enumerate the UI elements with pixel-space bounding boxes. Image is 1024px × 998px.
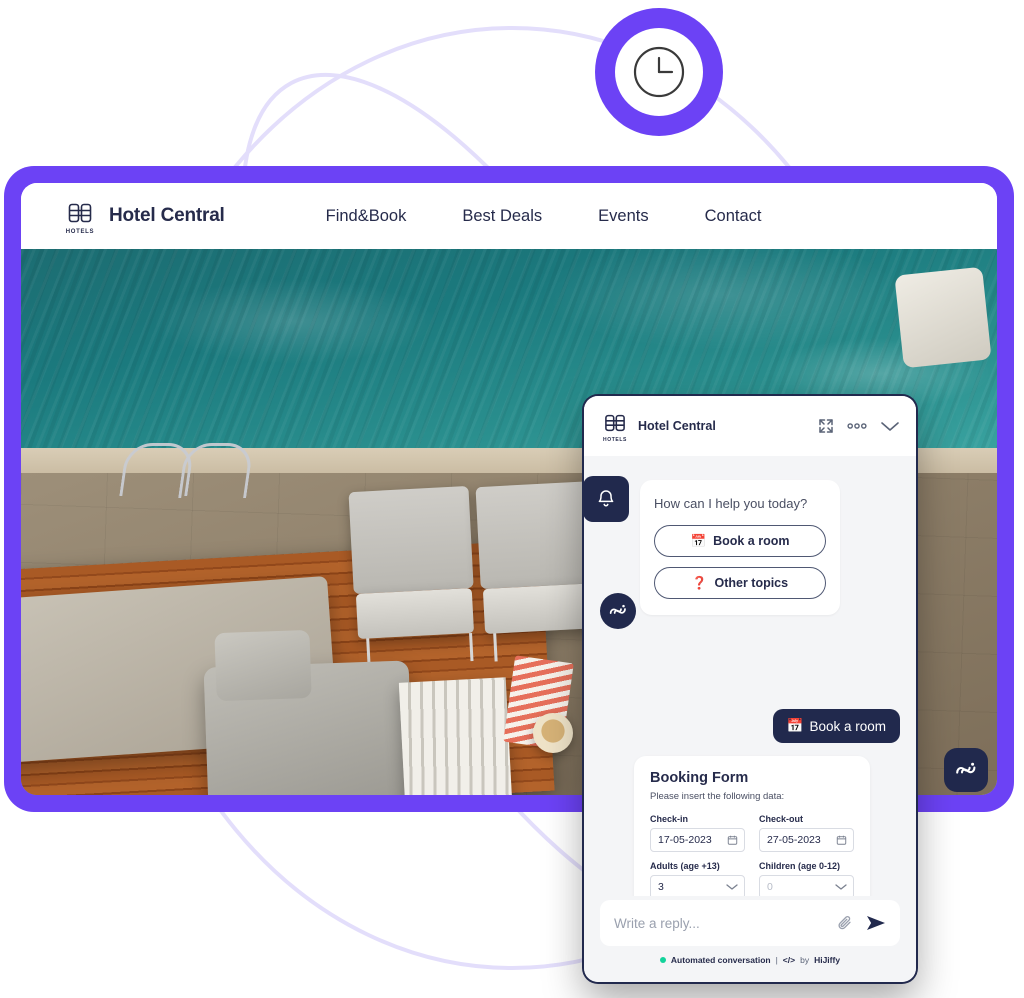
calendar-emoji-icon: 📅	[786, 718, 804, 733]
chat-widget-title: Hotel Central	[638, 419, 716, 433]
chat-logo-caption: HOTELS	[603, 436, 627, 443]
adults-value: 3	[658, 881, 664, 893]
nav-item-events[interactable]: Events	[570, 207, 676, 226]
check-in-input[interactable]: 17-05-2023	[650, 828, 745, 852]
chat-widget-footer: Write a reply... Automated conversation …	[584, 896, 916, 982]
quick-reply-other-topics[interactable]: ❓ Other topics	[654, 567, 826, 599]
credit-separator: |	[775, 955, 778, 965]
credit-by-label: by	[800, 955, 810, 965]
chat-widget: HOTELS Hotel Central How can I help you …	[584, 396, 916, 982]
booking-form-card: Booking Form Please insert the following…	[634, 756, 870, 896]
hotel-logo-icon: HOTELS	[602, 410, 628, 443]
booking-form-title: Booking Form	[650, 770, 749, 786]
booking-form-subtitle: Please insert the following data:	[650, 791, 785, 802]
check-out-value: 27-05-2023	[767, 834, 821, 846]
quick-reply-book-a-room[interactable]: 📅 Book a room	[654, 525, 826, 557]
chat-widget-brand: HOTELS Hotel Central	[602, 410, 716, 443]
chevron-down-icon[interactable]	[726, 883, 738, 891]
reply-input[interactable]: Write a reply...	[614, 916, 824, 931]
chevron-down-icon[interactable]	[835, 883, 847, 891]
check-out-field: Check-out 27-05-2023	[759, 814, 854, 852]
paperclip-icon[interactable]	[836, 914, 854, 932]
calendar-icon[interactable]	[836, 835, 847, 846]
more-options-icon[interactable]	[847, 422, 867, 430]
chat-credit-bar: Automated conversation | </> by HiJiffy	[600, 955, 900, 965]
site-nav-links: Find&Book Best Deals Events Contact	[298, 207, 790, 226]
nav-item-best-deals[interactable]: Best Deals	[434, 207, 570, 226]
user-message-bubble: 📅 Book a room	[772, 709, 900, 743]
expand-icon[interactable]	[818, 418, 834, 434]
notification-bell-tab[interactable]	[584, 476, 629, 522]
adults-label: Adults (age +13)	[650, 861, 720, 871]
children-label: Children (age 0-12)	[759, 861, 841, 871]
deck-cushion	[894, 266, 992, 368]
send-icon[interactable]	[866, 914, 886, 932]
nav-item-contact[interactable]: Contact	[677, 207, 790, 226]
hijiffy-logo-icon	[956, 762, 976, 774]
quick-reply-label: Other topics	[714, 576, 789, 590]
chat-message-list[interactable]: How can I help you today? 📅 Book a room …	[584, 456, 916, 896]
calendar-icon[interactable]	[727, 835, 738, 846]
online-status-dot	[659, 957, 666, 963]
chat-widget-header: HOTELS Hotel Central	[584, 396, 916, 456]
children-field: Children (age 0-12) 0	[759, 861, 854, 896]
hijiffy-launcher-button[interactable]	[944, 748, 988, 792]
chat-composer[interactable]: Write a reply...	[600, 900, 900, 946]
site-brand-name: Hotel Central	[109, 205, 225, 226]
bot-avatar	[600, 593, 636, 629]
adults-select[interactable]: 3	[650, 875, 745, 896]
check-out-label: Check-out	[759, 814, 804, 824]
check-in-label: Check-in	[650, 814, 689, 824]
check-in-field: Check-in 17-05-2023	[650, 814, 745, 852]
bell-icon	[598, 490, 614, 507]
children-value: 0	[767, 881, 773, 893]
chat-widget-actions	[818, 418, 900, 434]
collapse-chevron-icon[interactable]	[880, 420, 900, 432]
children-select[interactable]: 0	[759, 875, 854, 896]
question-emoji-icon: ❓	[691, 575, 708, 590]
calendar-emoji-icon: 📅	[690, 533, 707, 548]
site-navbar: HOTELS Hotel Central Find&Book Best Deal…	[21, 183, 997, 249]
automation-status-label: Automated conversation	[670, 955, 771, 965]
check-out-input[interactable]: 27-05-2023	[759, 828, 854, 852]
booking-form-row-guests: Adults (age +13) 3 Children (age 0-12) 0	[650, 861, 854, 896]
hotel-logo-caption: HOTELS	[65, 228, 95, 235]
user-message-text: Book a room	[809, 718, 886, 734]
outdoor-sofa	[204, 660, 414, 795]
quick-reply-label: Book a room	[713, 534, 790, 548]
check-in-value: 17-05-2023	[658, 834, 712, 846]
booking-form-row-dates: Check-in 17-05-2023 Check-out 27-05-2023	[650, 814, 854, 852]
bot-message-bubble: How can I help you today? 📅 Book a room …	[640, 480, 840, 615]
clock-badge	[595, 8, 723, 136]
adults-field: Adults (age +13) 3	[650, 861, 745, 896]
clock-badge-inner	[615, 28, 703, 116]
wooden-pallet-table	[398, 677, 513, 795]
clock-icon	[633, 46, 685, 98]
nav-item-find-and-book[interactable]: Find&Book	[298, 207, 435, 226]
hotel-logo-icon: HOTELS	[65, 198, 95, 235]
code-icon: </>	[782, 955, 796, 965]
bot-message-text: How can I help you today?	[654, 496, 808, 511]
screenshot-stage: HOTELS Hotel Central Find&Book Best Deal…	[0, 0, 1024, 998]
hijiffy-logo-icon	[609, 604, 626, 615]
sun-lounger	[348, 486, 477, 667]
vendor-name: HiJiffy	[814, 955, 841, 965]
site-brand[interactable]: HOTELS Hotel Central	[65, 198, 225, 235]
